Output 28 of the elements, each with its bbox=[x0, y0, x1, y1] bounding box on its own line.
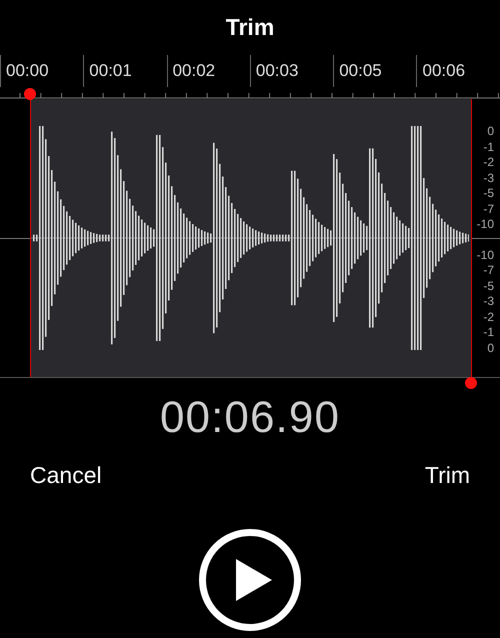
scale-label: -2 bbox=[483, 310, 494, 324]
scale-label: -10 bbox=[476, 248, 494, 262]
scale-label: -5 bbox=[483, 278, 494, 293]
timeline-label: 00:01 bbox=[89, 60, 132, 82]
play-button[interactable] bbox=[199, 529, 301, 632]
scale-label: -1 bbox=[483, 140, 494, 154]
trim-button[interactable]: Trim bbox=[424, 458, 470, 492]
timeline-label: 00:02 bbox=[172, 60, 216, 82]
scale-label: -7 bbox=[483, 263, 494, 278]
timeline-label: 00:03 bbox=[256, 60, 298, 82]
scale-label: 0 bbox=[487, 340, 494, 355]
duration-display: 00:06.90 bbox=[160, 392, 340, 444]
cancel-button[interactable]: Cancel bbox=[30, 458, 102, 492]
timeline-label: 00:05 bbox=[339, 60, 382, 82]
trim-start-handle[interactable] bbox=[24, 88, 36, 100]
scale-label: -7 bbox=[483, 202, 494, 216]
scale-label: -3 bbox=[483, 170, 494, 185]
timeline-label: 00:06 bbox=[422, 60, 466, 82]
scale-label: -2 bbox=[483, 155, 494, 170]
play-icon bbox=[236, 559, 272, 602]
timeline-label: 00:00 bbox=[6, 60, 49, 82]
scale-label: -10 bbox=[476, 217, 494, 232]
scale-label: -1 bbox=[483, 325, 494, 340]
trim-end-handle[interactable] bbox=[465, 377, 477, 389]
screen-title: Trim bbox=[226, 13, 274, 42]
scale-label: -5 bbox=[483, 186, 494, 200]
scale-label: -3 bbox=[483, 294, 494, 308]
scale-label: 0 bbox=[487, 124, 494, 138]
